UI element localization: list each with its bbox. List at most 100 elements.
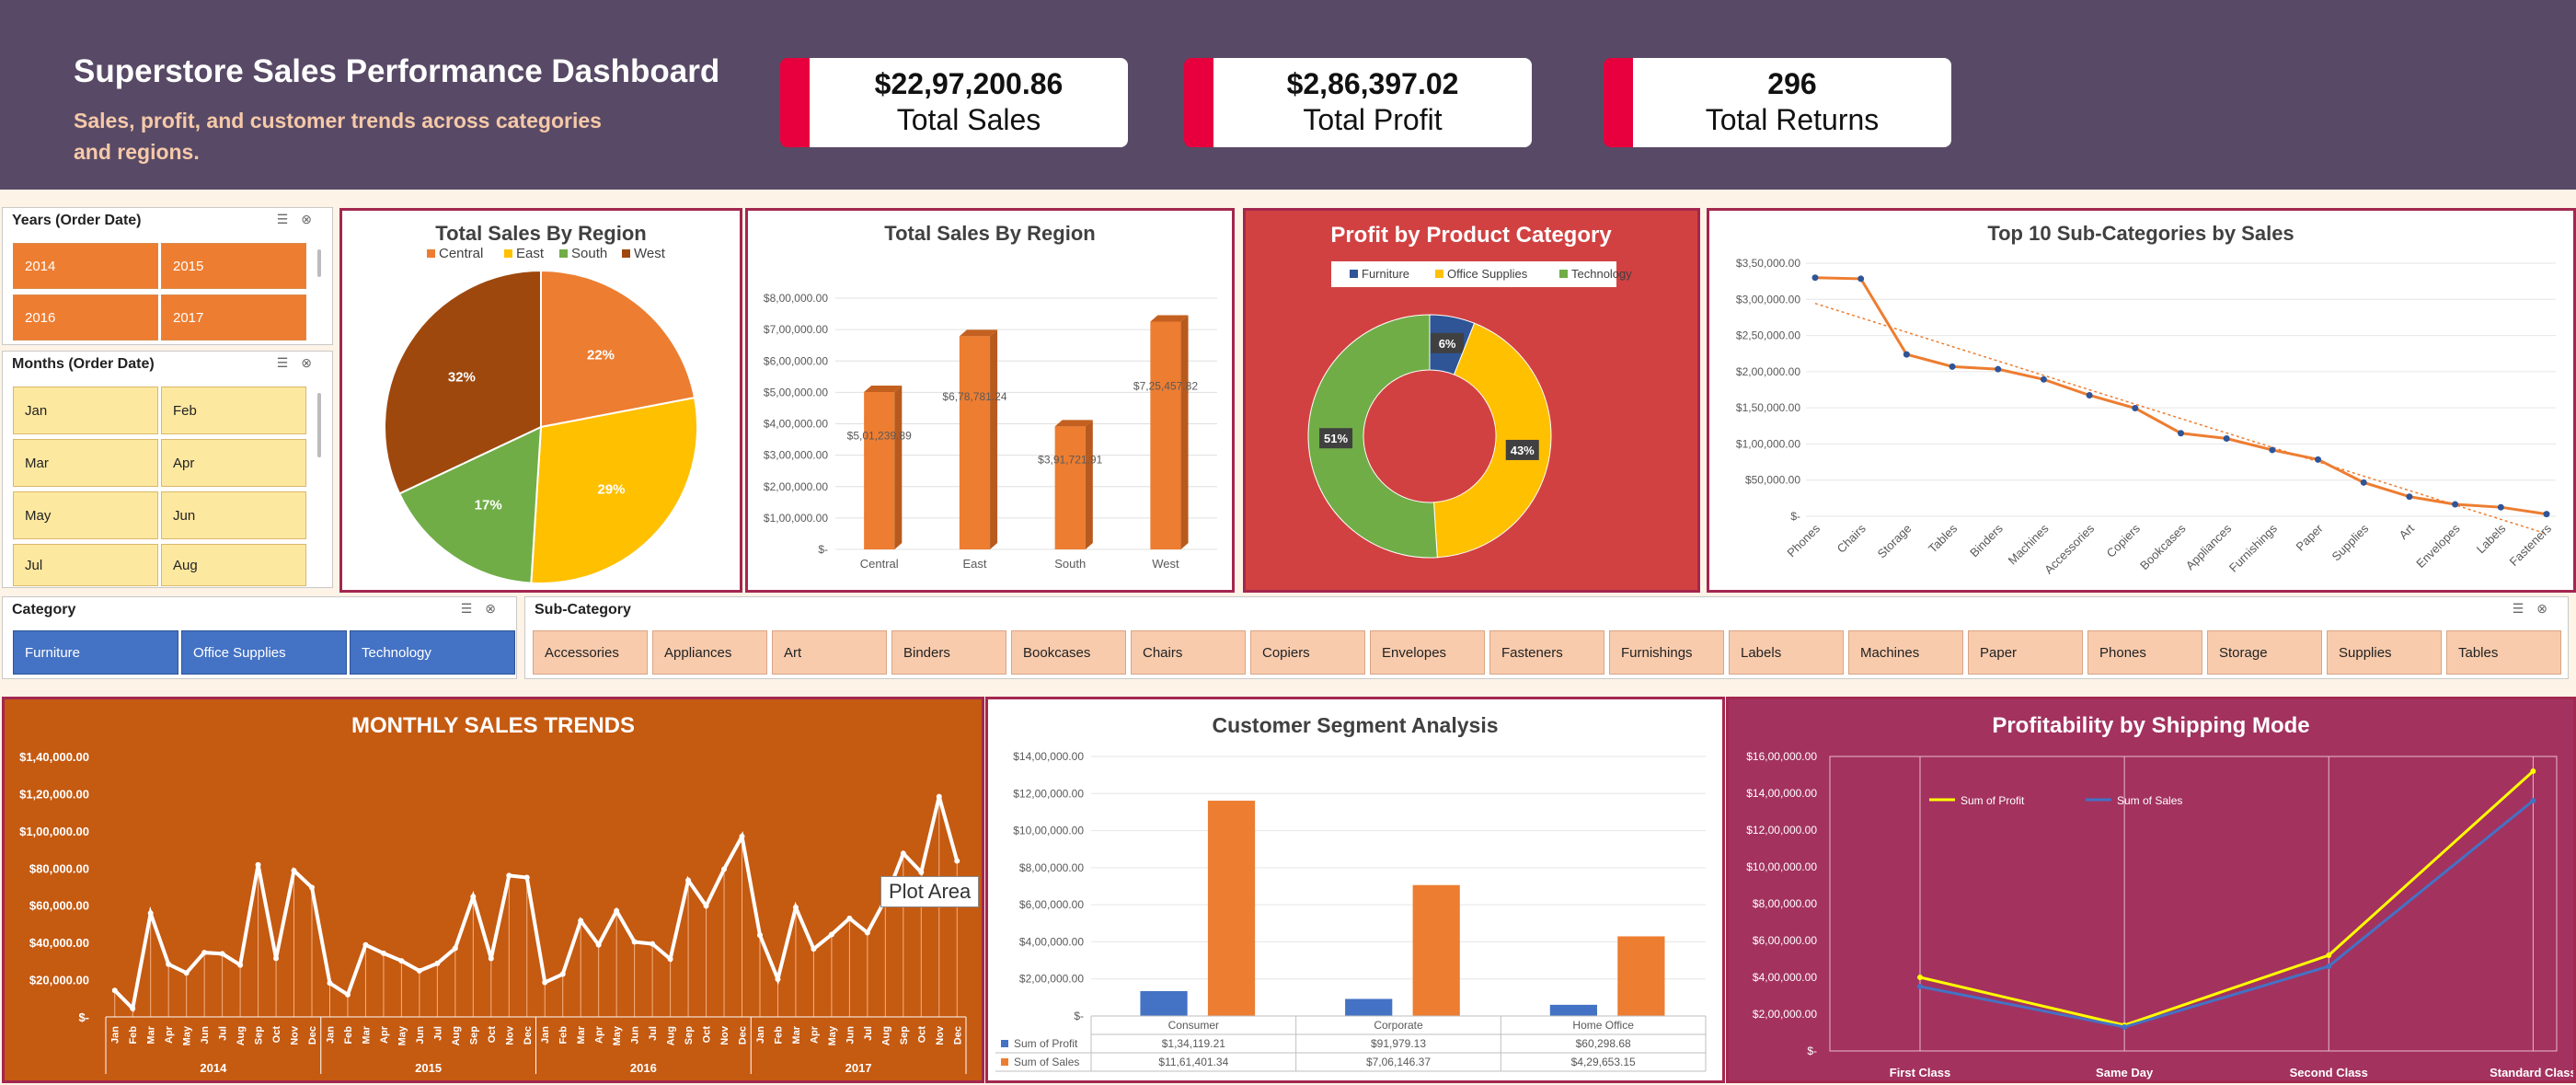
slicer-item-2016[interactable]: 2016 bbox=[13, 294, 158, 341]
scrollbar[interactable] bbox=[317, 393, 321, 457]
month-label: Sep bbox=[684, 1026, 695, 1045]
x-tick-label: Copiers bbox=[2104, 521, 2144, 560]
y-tick-label: $14,00,000.00 bbox=[1746, 787, 1817, 800]
month-label: Aug bbox=[666, 1026, 677, 1045]
data-point bbox=[542, 979, 548, 986]
table-cell: $7,06,146.37 bbox=[1366, 1056, 1431, 1068]
y-tick-label: $3,00,000.00 bbox=[764, 449, 828, 462]
slicer-item-appliances[interactable]: Appliances bbox=[652, 630, 767, 675]
kpi-total-returns: 296 Total Returns bbox=[1604, 58, 1951, 147]
chart-title: Top 10 Sub-Categories by Sales bbox=[1987, 222, 2294, 245]
y-tick-label: $- bbox=[1790, 510, 1800, 523]
region-bar-panel: Total Sales By Region $- $1,00,000.00 $2,0… bbox=[745, 208, 1235, 593]
y-tick-label: $1,40,000.00 bbox=[19, 750, 89, 764]
data-label: $5,01,239.89 bbox=[847, 429, 912, 442]
data-point bbox=[147, 910, 154, 917]
slicer-item-labels[interactable]: Labels bbox=[1729, 630, 1844, 675]
slicer-item-jan[interactable]: Jan bbox=[13, 387, 158, 434]
data-point bbox=[111, 987, 118, 994]
y-tick-label: $1,00,000.00 bbox=[764, 512, 828, 525]
multi-select-icon[interactable]: ☰ bbox=[2513, 601, 2537, 616]
monthly-trend-panel: MONTHLY SALES TRENDS $- $20,000.00 $40,000… bbox=[2, 697, 984, 1083]
slicer-item-machines[interactable]: Machines bbox=[1848, 630, 1963, 675]
slicer-item-mar[interactable]: Mar bbox=[13, 439, 158, 487]
slicer-item-accessories[interactable]: Accessories bbox=[533, 630, 648, 675]
data-point bbox=[559, 971, 566, 977]
slicer-item-storage[interactable]: Storage bbox=[2207, 630, 2322, 675]
table-cell: $1,34,119.21 bbox=[1162, 1037, 1226, 1050]
data-point bbox=[1995, 365, 2002, 373]
slicer-item-chairs[interactable]: Chairs bbox=[1131, 630, 1246, 675]
slicer-item-furniture[interactable]: Furniture bbox=[13, 630, 178, 675]
data-point bbox=[488, 955, 494, 962]
x-tick-label: Same Day bbox=[2096, 1066, 2154, 1079]
slicer-item-2014[interactable]: 2014 bbox=[13, 243, 158, 289]
slicer-item-fasteners[interactable]: Fasteners bbox=[1489, 630, 1604, 675]
clear-filter-icon[interactable]: ⊗ bbox=[485, 601, 509, 616]
bar-side bbox=[894, 385, 903, 549]
data-point bbox=[2497, 503, 2504, 511]
slicer-item-furnishings[interactable]: Furnishings bbox=[1609, 630, 1724, 675]
clear-filter-icon[interactable]: ⊗ bbox=[2536, 601, 2560, 616]
month-label: Aug bbox=[880, 1026, 891, 1045]
month-label: Mar bbox=[361, 1025, 372, 1044]
multi-select-icon[interactable]: ☰ bbox=[277, 355, 302, 370]
slicer-item-paper[interactable]: Paper bbox=[1968, 630, 2083, 675]
slicer-item-technology[interactable]: Technology bbox=[350, 630, 515, 675]
slicer-item-tables[interactable]: Tables bbox=[2446, 630, 2561, 675]
slicer-item-2015[interactable]: 2015 bbox=[161, 243, 306, 289]
slicer-item-binders[interactable]: Binders bbox=[891, 630, 1006, 675]
y-tick-label: $2,00,000.00 bbox=[1019, 973, 1084, 986]
month-label: Nov bbox=[719, 1025, 730, 1045]
series-line bbox=[113, 796, 960, 1012]
kpi-total-profit: $2,86,397.02 Total Profit bbox=[1184, 58, 1532, 147]
data-point bbox=[954, 858, 960, 864]
kpi-label: Total Sales bbox=[896, 103, 1041, 136]
month-label: Feb bbox=[343, 1026, 354, 1045]
slicer-item-apr[interactable]: Apr bbox=[161, 439, 306, 487]
series-line bbox=[1919, 769, 2535, 1027]
slicer-item-jul[interactable]: Jul bbox=[13, 544, 158, 586]
page-title: Superstore Sales Performance Dashboard bbox=[74, 53, 720, 89]
data-point bbox=[2326, 952, 2332, 958]
slicer-item-art[interactable]: Art bbox=[772, 630, 887, 675]
y-tick-label: $40,000.00 bbox=[29, 936, 89, 950]
slicer-tools: ☰⊗ bbox=[2513, 601, 2560, 617]
chart-title: Profit by Product Category bbox=[1330, 223, 1612, 248]
x-tick-label: Labels bbox=[2474, 521, 2509, 556]
slicer-item-supplies[interactable]: Supplies bbox=[2327, 630, 2442, 675]
multi-select-icon[interactable]: ☰ bbox=[277, 212, 302, 226]
y-tick-label: $14,00,000.00 bbox=[1013, 750, 1084, 763]
data-point bbox=[703, 903, 709, 909]
clear-filter-icon[interactable]: ⊗ bbox=[301, 355, 325, 370]
slicer-item-copiers[interactable]: Copiers bbox=[1250, 630, 1365, 675]
slicer-item-may[interactable]: May bbox=[13, 491, 158, 539]
y-tick-label: $8,00,000.00 bbox=[1019, 861, 1084, 874]
slicer-item-bookcases[interactable]: Bookcases bbox=[1011, 630, 1126, 675]
y-tick-label: $3,50,000.00 bbox=[1736, 257, 1800, 270]
scrollbar[interactable] bbox=[317, 249, 321, 277]
clear-filter-icon[interactable]: ⊗ bbox=[301, 212, 325, 226]
multi-select-icon[interactable]: ☰ bbox=[461, 601, 486, 616]
years-slicer: Years (Order Date) ☰⊗ 2014 2015 2016 201… bbox=[2, 207, 333, 345]
slicer-item-phones[interactable]: Phones bbox=[2087, 630, 2202, 675]
slicer-item-aug[interactable]: Aug bbox=[161, 544, 306, 586]
segment-bar-chart: Customer Segment Analysis $- $2,00,000.00… bbox=[995, 713, 1707, 1072]
slicer-item-office-supplies[interactable]: Office Supplies bbox=[181, 630, 347, 675]
data-label: 17% bbox=[475, 497, 502, 513]
region-pie-chart: Total Sales By Region Central East South We… bbox=[384, 222, 698, 584]
slicer-item-2017[interactable]: 2017 bbox=[161, 294, 306, 341]
data-point bbox=[595, 941, 602, 948]
x-tick-label: Machines bbox=[2006, 521, 2052, 567]
data-point bbox=[523, 874, 530, 881]
data-point bbox=[2132, 405, 2139, 412]
slicer-item-envelopes[interactable]: Envelopes bbox=[1370, 630, 1485, 675]
slicer-item-feb[interactable]: Feb bbox=[161, 387, 306, 434]
slicer-item-jun[interactable]: Jun bbox=[161, 491, 306, 539]
data-point bbox=[1917, 984, 1923, 989]
bar-side bbox=[990, 329, 998, 549]
data-point bbox=[936, 793, 942, 800]
y-tick-label: $7,00,000.00 bbox=[764, 323, 828, 336]
slicer-tools: ☰⊗ bbox=[277, 355, 325, 371]
data-point bbox=[2223, 435, 2230, 443]
